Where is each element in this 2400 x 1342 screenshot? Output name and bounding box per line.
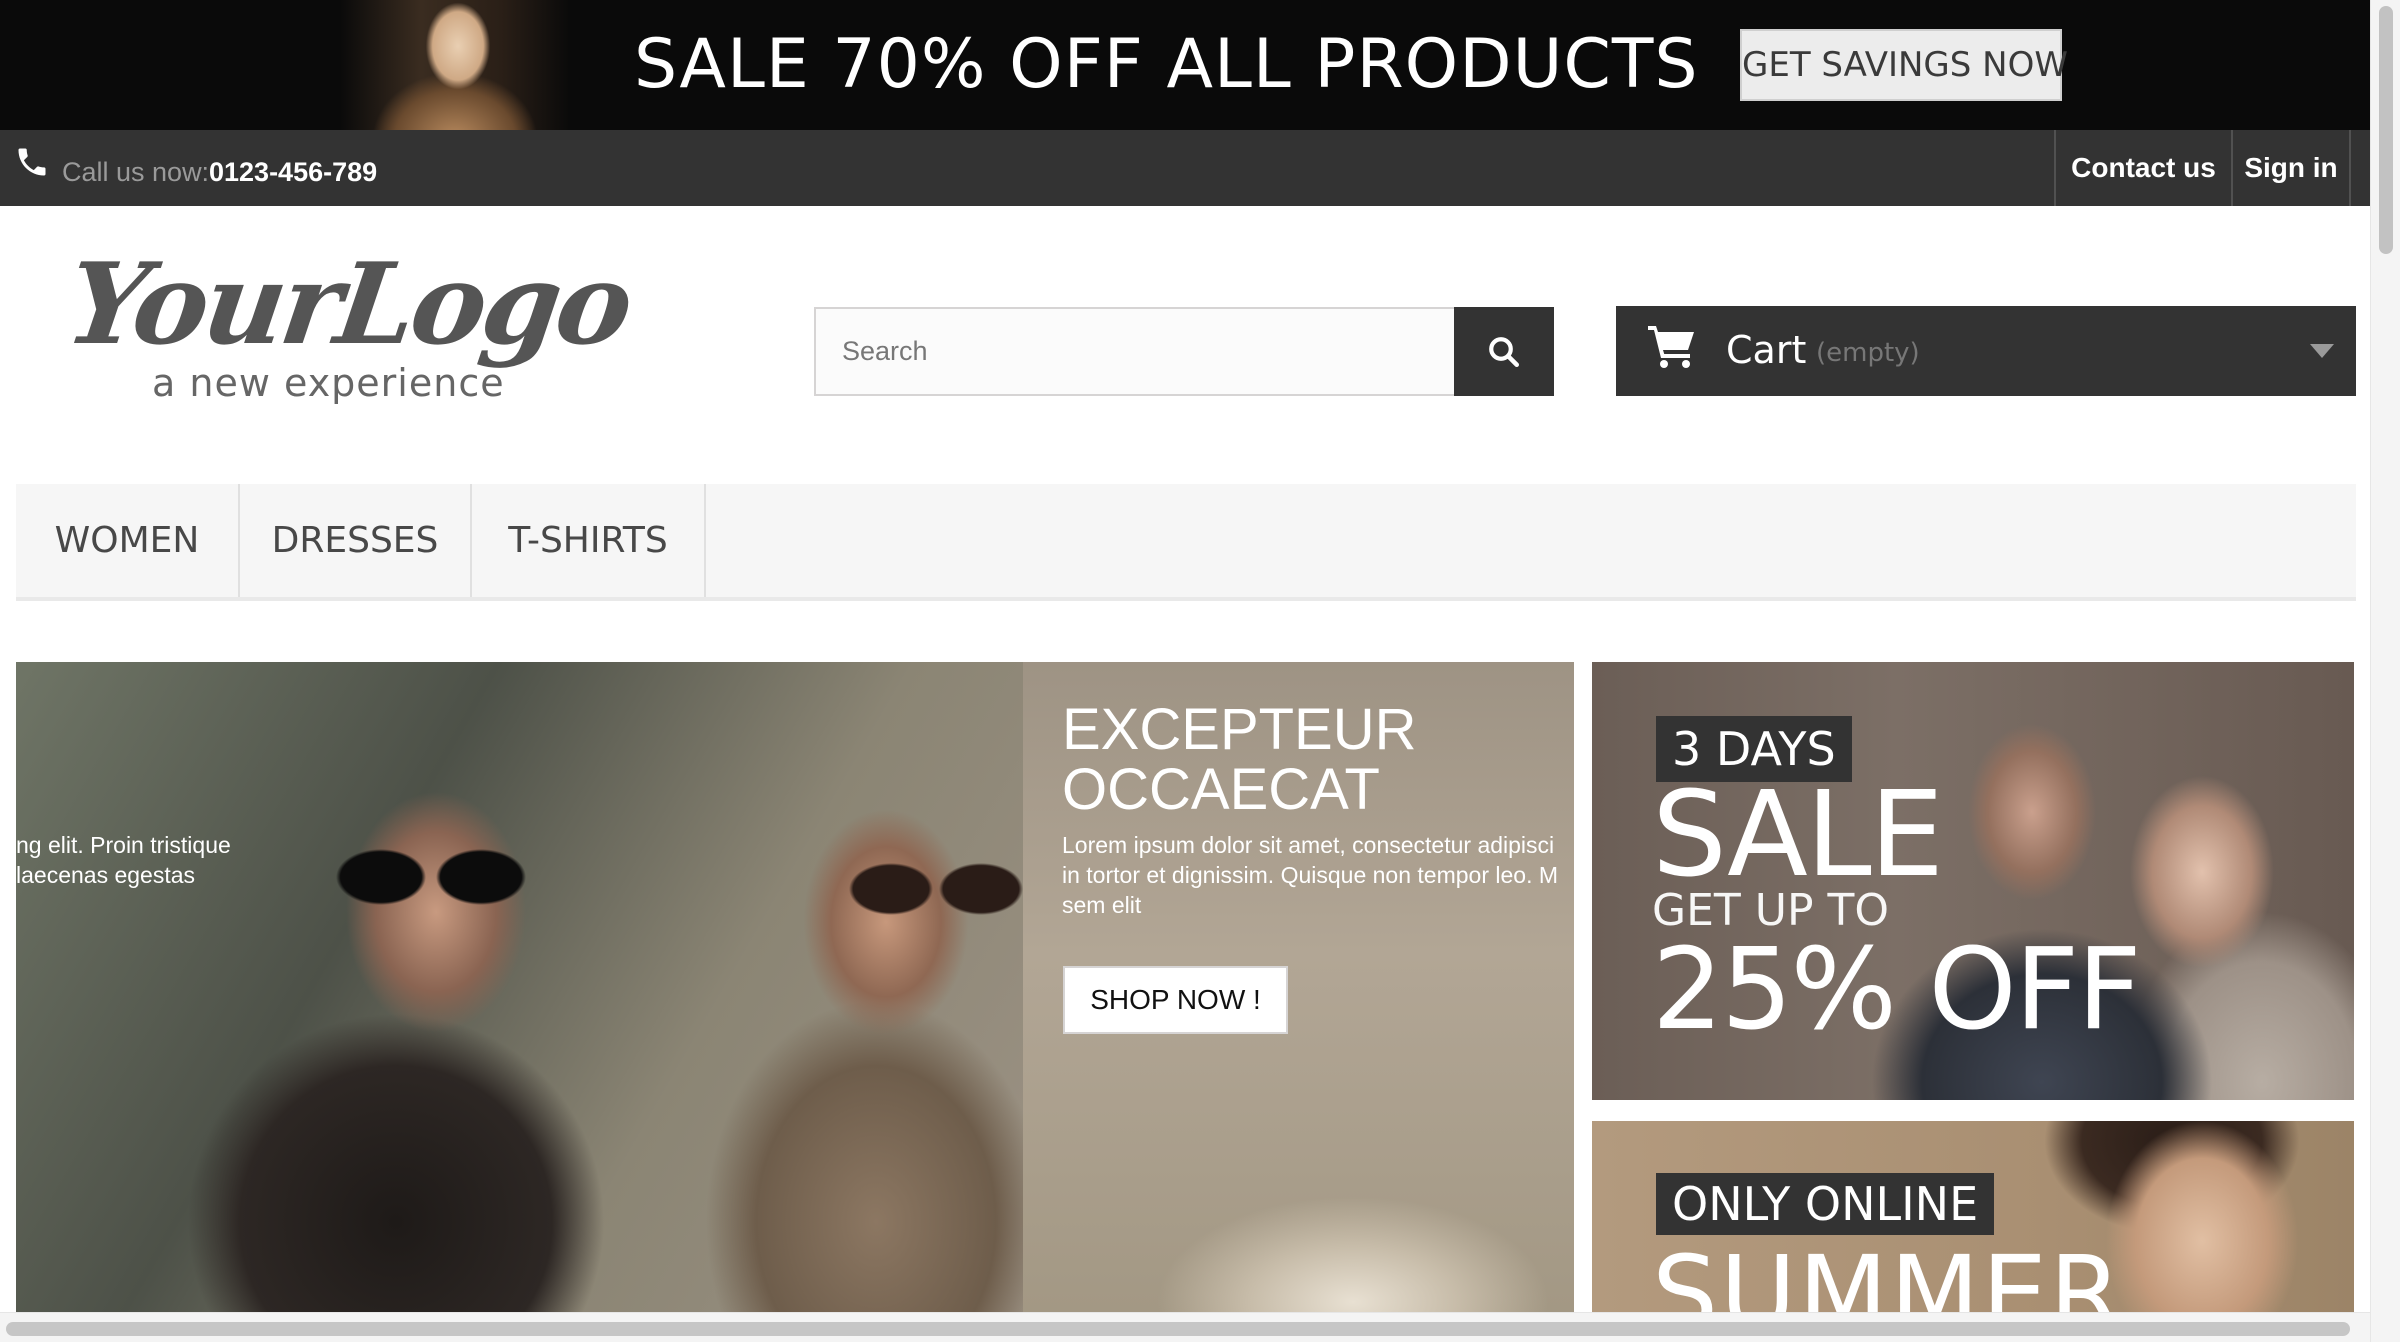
get-savings-button[interactable]: GET SAVINGS NOW	[1740, 29, 2068, 101]
cart-dropdown[interactable]: Cart (empty)	[1616, 306, 2356, 396]
only-online-tag: ONLY ONLINE	[1656, 1173, 1995, 1235]
logo-tagline: a new experience	[152, 361, 505, 405]
site-logo[interactable]: YourLogo a new experience	[58, 239, 640, 420]
sale-banner[interactable]: 3 DAYS SALE GET UP TO 25% OFF	[1592, 662, 2354, 1100]
previous-slide-text: ng elit. Proin tristique laecenas egesta…	[16, 830, 231, 890]
slide-photo	[16, 662, 1026, 1312]
logo-wordmark: YourLogo	[58, 239, 638, 370]
slide-body-line: in tortor et dignissim. Quisque non temp…	[1062, 862, 1559, 888]
category-menu: WOMEN DRESSES T-SHIRTS	[16, 484, 2356, 601]
promo-banner[interactable]: SALE 70% OFF ALL PRODUCTS GET SAVINGS NO…	[0, 0, 2370, 130]
shop-now-button[interactable]: SHOP NOW !	[1063, 966, 1288, 1034]
sign-in-link[interactable]: Sign in	[2231, 130, 2351, 206]
search-button[interactable]	[1454, 307, 1554, 396]
sale-heading: SALE	[1652, 765, 1944, 903]
search-icon	[1489, 336, 1519, 367]
promo-headline: SALE 70% OFF ALL PRODUCTS	[634, 25, 1699, 104]
phone-icon	[18, 148, 46, 176]
slide-model-sunglasses	[331, 847, 531, 907]
slide-body-line: sem elit	[1062, 892, 1142, 918]
vertical-scrollbar[interactable]	[2370, 0, 2400, 1342]
search-input[interactable]	[814, 307, 1456, 396]
slide-body-line: Lorem ipsum dolor sit amet, consectetur …	[1062, 832, 1555, 858]
cart-title: Cart	[1726, 328, 1807, 372]
cart-status: (empty)	[1816, 338, 1920, 368]
phone-number: 0123-456-789	[209, 157, 378, 187]
vertical-scrollbar-thumb[interactable]	[2379, 6, 2393, 254]
search-form	[814, 307, 1554, 396]
top-nav-bar: Call us now: 0123-456-789 Contact us Sig…	[0, 130, 2370, 206]
cart-icon	[1648, 326, 1694, 368]
call-us-label: Call us now:	[62, 157, 210, 187]
chevron-down-icon	[2310, 344, 2334, 358]
summer-banner[interactable]: ONLY ONLINE SUMMER	[1592, 1121, 2354, 1312]
menu-item-dresses[interactable]: DRESSES	[240, 484, 472, 597]
homepage-slider[interactable]: ng elit. Proin tristique laecenas egesta…	[16, 662, 1574, 1312]
menu-item-women[interactable]: WOMEN	[16, 484, 240, 597]
contact-us-link[interactable]: Contact us	[2054, 130, 2231, 206]
summer-heading: SUMMER	[1652, 1233, 2124, 1312]
slide-title-line: EXCEPTEUR	[1062, 697, 1417, 762]
horizontal-scrollbar-thumb[interactable]	[6, 1322, 2350, 1336]
previous-slide-text-line: laecenas egestas	[16, 862, 196, 888]
slide-title-line: OCCAECAT	[1062, 757, 1380, 822]
previous-slide-text-line: ng elit. Proin tristique	[16, 832, 231, 858]
horizontal-scrollbar[interactable]	[0, 1312, 2370, 1342]
slide-title: EXCEPTEUR OCCAECAT	[1062, 700, 1417, 820]
promo-model-image	[340, 0, 570, 130]
sale-percentage: 25% OFF	[1652, 925, 2142, 1055]
slide-body: Lorem ipsum dolor sit amet, consectetur …	[1062, 830, 1574, 920]
slide-model-sunglasses	[846, 862, 1026, 916]
menu-item-tshirts[interactable]: T-SHIRTS	[472, 484, 706, 597]
